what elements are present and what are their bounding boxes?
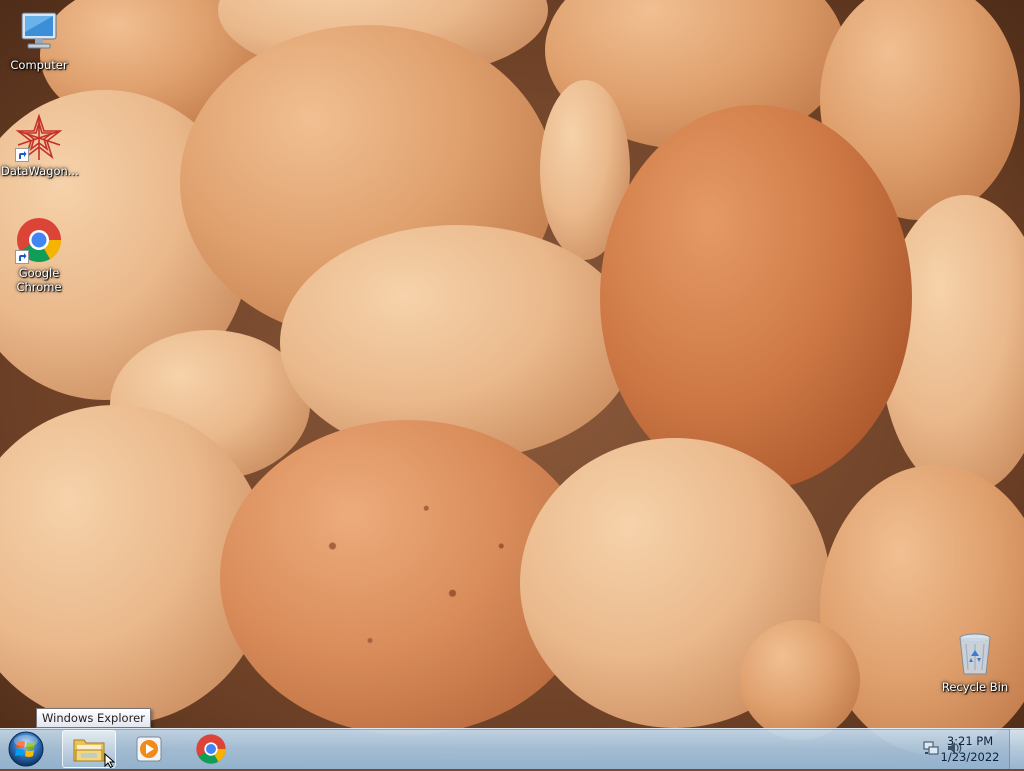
desktop-icon-label: DataWagon... bbox=[1, 164, 79, 178]
datawagon-icon bbox=[15, 113, 63, 162]
folder-icon bbox=[73, 739, 105, 762]
windows-start-orb-icon bbox=[8, 731, 44, 767]
desktop-icon-computer[interactable]: Computer bbox=[1, 8, 77, 72]
desktop-icon-label: Computer bbox=[10, 58, 68, 72]
taskbar-chrome[interactable] bbox=[184, 730, 238, 768]
show-desktop-button[interactable] bbox=[1009, 729, 1024, 769]
media-player-icon bbox=[136, 736, 162, 762]
chrome-icon bbox=[196, 734, 226, 764]
taskbar-media-player[interactable] bbox=[122, 730, 176, 768]
egg bbox=[740, 620, 860, 740]
egg bbox=[600, 105, 912, 490]
clock-time: 3:21 PM bbox=[946, 734, 994, 748]
clock-date: 1/23/2022 bbox=[940, 750, 1000, 764]
recycle-bin-icon bbox=[951, 630, 999, 678]
taskbar: 3:21 PM 1/23/2022 bbox=[0, 728, 1024, 769]
mouse-cursor-icon bbox=[104, 753, 116, 768]
start-button[interactable] bbox=[6, 731, 46, 767]
taskbar-tooltip: Windows Explorer bbox=[36, 708, 151, 728]
shortcut-arrow-icon bbox=[15, 148, 29, 162]
clock[interactable]: 3:21 PM 1/23/2022 bbox=[938, 733, 1002, 765]
desktop-icon-recycle-bin[interactable]: Recycle Bin bbox=[937, 630, 1013, 694]
shortcut-arrow-icon bbox=[15, 250, 29, 264]
desktop-wallpaper bbox=[0, 0, 1024, 768]
chrome-icon bbox=[15, 216, 63, 264]
computer-icon bbox=[15, 8, 63, 56]
desktop-icon-label: Google Chrome bbox=[16, 266, 62, 294]
desktop-icon-chrome[interactable]: Google Chrome bbox=[1, 216, 77, 294]
desktop-icon-datawagon[interactable]: DataWagon... bbox=[1, 113, 79, 178]
desktop-icon-label: Recycle Bin bbox=[941, 680, 1009, 694]
